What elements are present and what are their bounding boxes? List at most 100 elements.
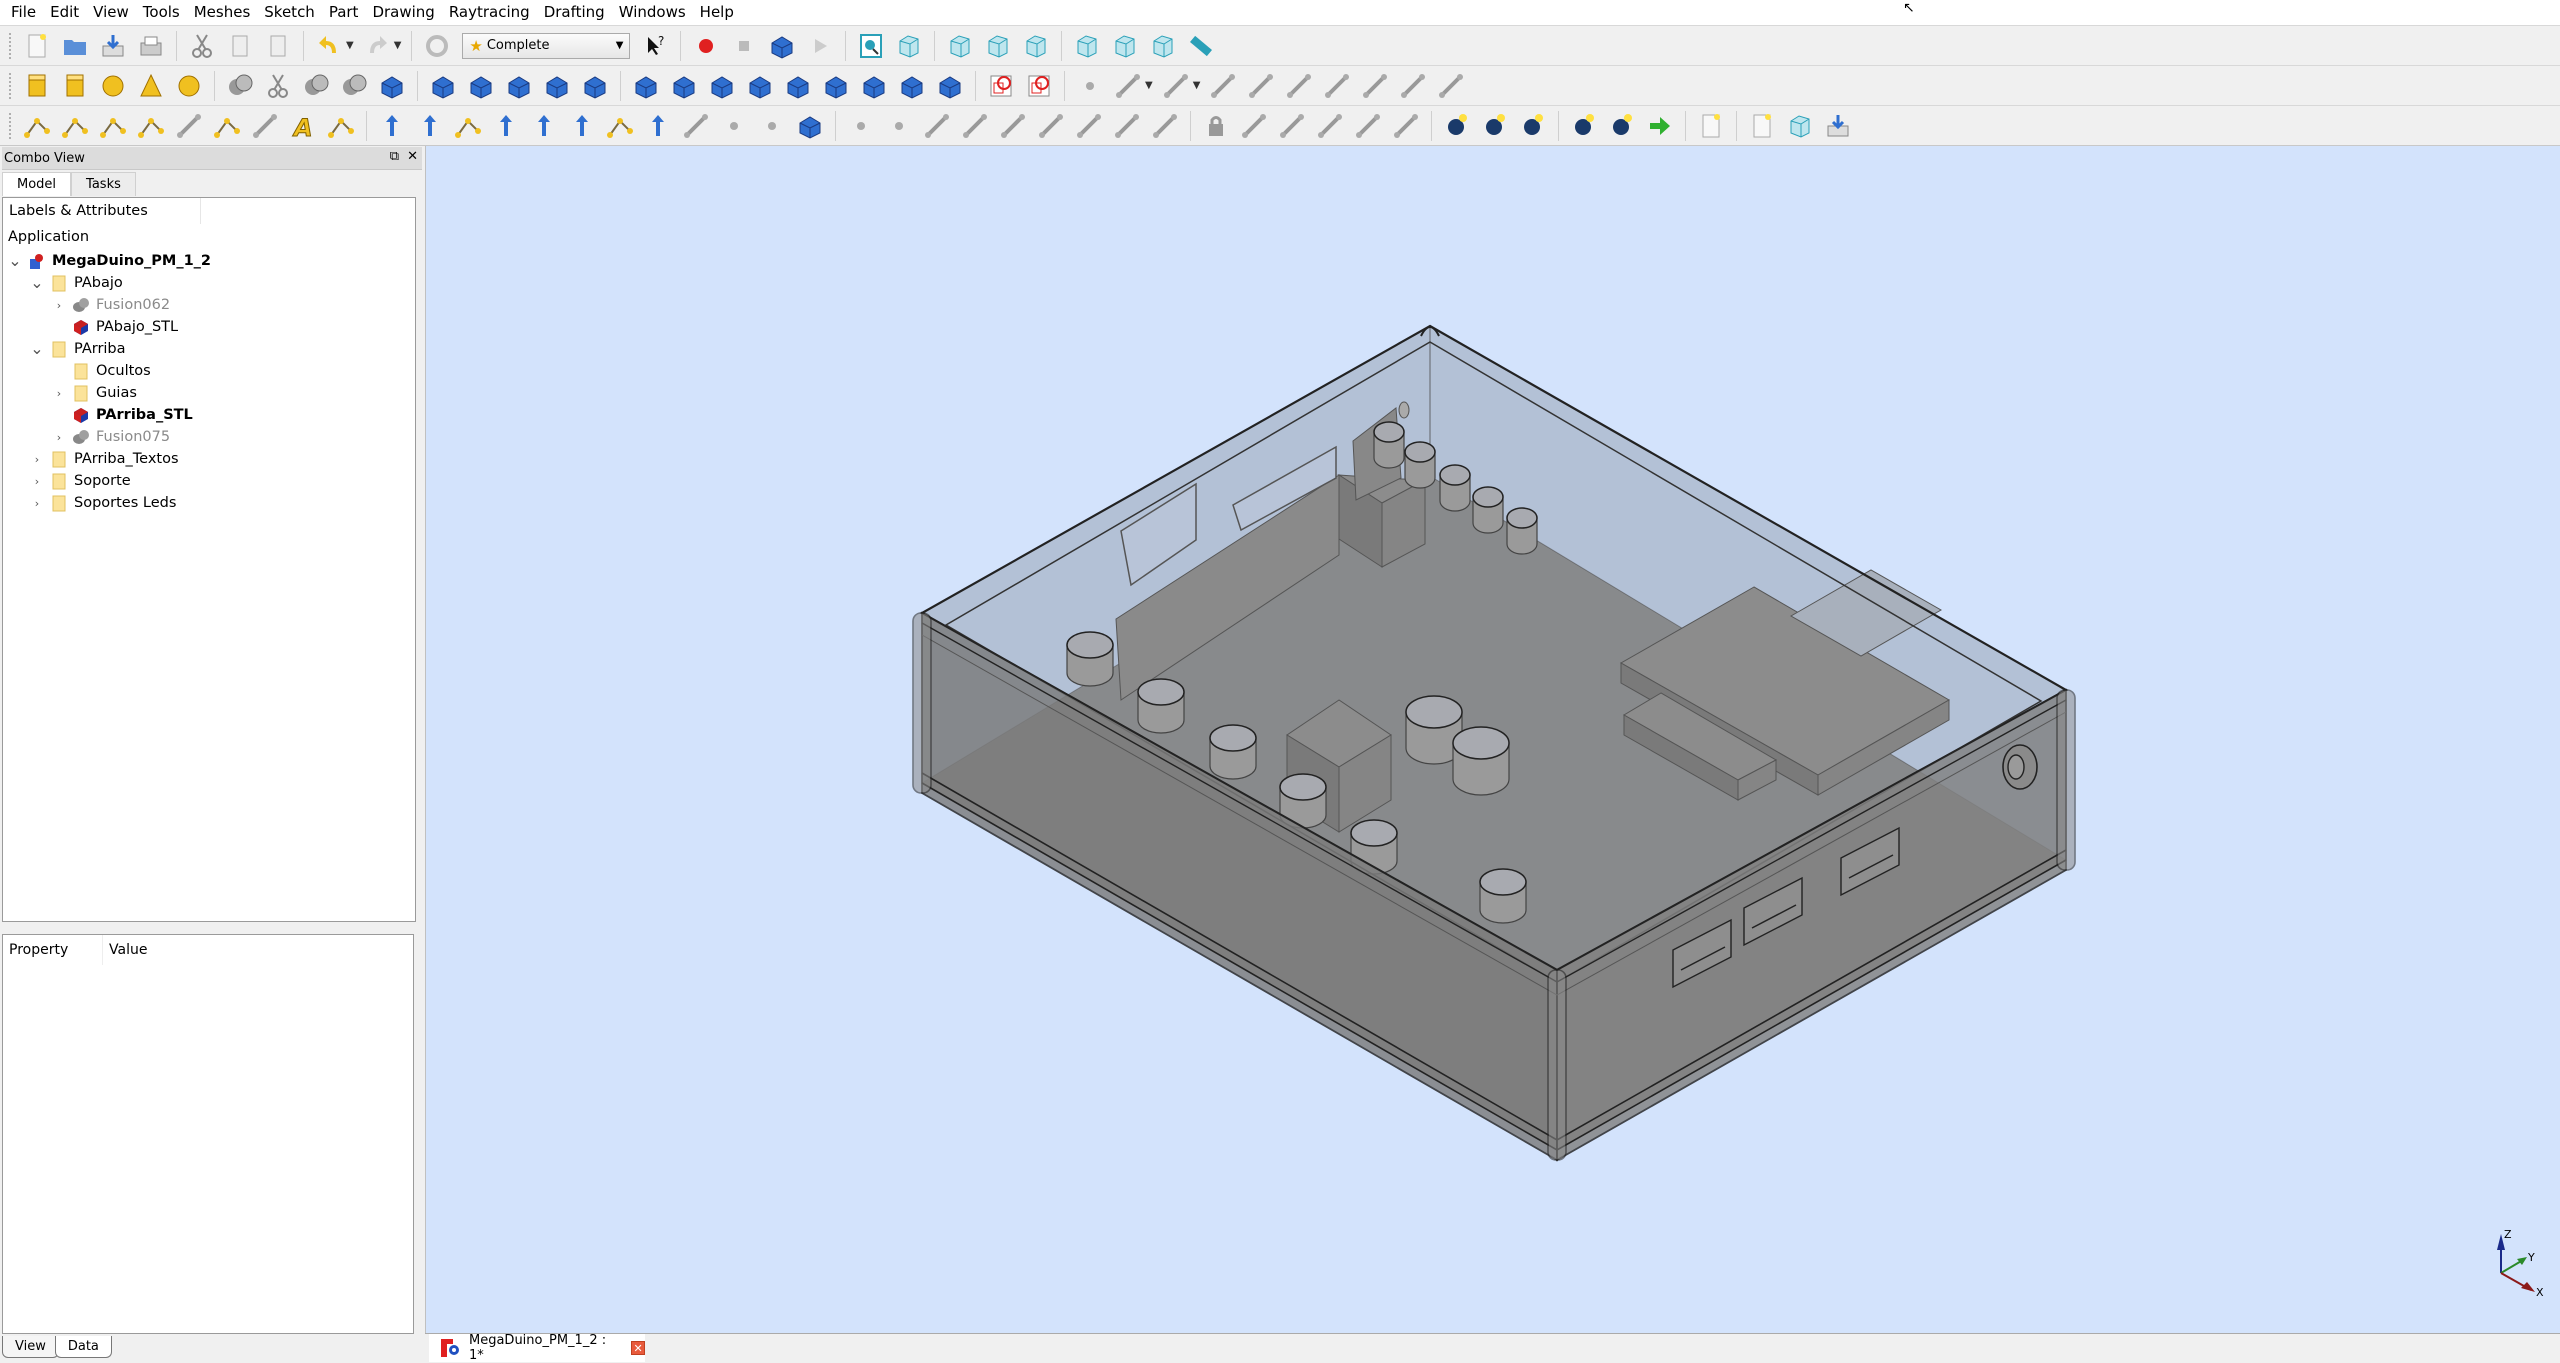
menu-help[interactable]: Help (693, 0, 741, 25)
fuse-icon[interactable] (300, 70, 332, 102)
menu-raytracing[interactable]: Raytracing (442, 0, 537, 25)
menu-drawing[interactable]: Drawing (365, 0, 441, 25)
circle-draft-icon[interactable] (97, 110, 129, 142)
paste-icon[interactable] (262, 30, 294, 62)
external-geometry-icon[interactable] (1397, 70, 1429, 102)
toolbar-grip[interactable] (8, 31, 12, 60)
povray-project-icon[interactable] (1568, 110, 1600, 142)
thickness-icon[interactable] (668, 70, 700, 102)
front-view-icon[interactable] (944, 30, 976, 62)
collapse-arrow-icon[interactable]: ⌄ (30, 341, 44, 357)
isometric-view-icon[interactable] (893, 30, 925, 62)
expand-arrow-icon[interactable]: › (52, 299, 66, 312)
vertical-icon[interactable] (921, 110, 953, 142)
tab-tasks[interactable]: Tasks (71, 172, 136, 196)
box-icon[interactable] (21, 70, 53, 102)
bspline-icon[interactable] (249, 110, 281, 142)
intersection-icon[interactable] (338, 70, 370, 102)
cross-sections-icon[interactable] (858, 70, 890, 102)
fillet-icon[interactable] (541, 70, 573, 102)
toggle-icon[interactable] (1517, 110, 1549, 142)
menu-edit[interactable]: Edit (43, 0, 86, 25)
tree-item[interactable]: PArriba_STL (3, 404, 415, 426)
redo-icon[interactable] (361, 30, 393, 62)
tree-item[interactable]: Ocultos (3, 360, 415, 382)
tree-item[interactable]: › Soporte (3, 470, 415, 492)
tree-item[interactable]: ⌄ PAbajo (3, 272, 415, 294)
circle-icon[interactable] (1160, 70, 1192, 102)
tree-item[interactable]: › Soportes Leds (3, 492, 415, 514)
revolve-icon[interactable] (465, 70, 497, 102)
toolbar-grip[interactable] (8, 71, 12, 100)
equal-icon[interactable] (1111, 110, 1143, 142)
loft-icon[interactable] (744, 70, 776, 102)
working-plane-icon[interactable] (794, 110, 826, 142)
top-view-icon[interactable] (982, 30, 1014, 62)
distance-icon[interactable] (1314, 110, 1346, 142)
upgrade-icon[interactable] (490, 110, 522, 142)
undo-icon[interactable] (313, 30, 345, 62)
tree-item[interactable]: PAbajo_STL (3, 316, 415, 338)
tree-item[interactable]: › Fusion062 (3, 294, 415, 316)
3d-model-scene[interactable] (426, 146, 2560, 1333)
line-draft-icon[interactable] (21, 110, 53, 142)
cut-icon[interactable] (186, 30, 218, 62)
collapse-arrow-icon[interactable]: ⌄ (30, 275, 44, 291)
radius-icon[interactable] (1352, 110, 1384, 142)
tab-view[interactable]: View (2, 1336, 59, 1358)
close-tab-icon[interactable]: ✕ (631, 1341, 645, 1355)
a3-page-icon[interactable] (1746, 110, 1778, 142)
vertical-distance-icon[interactable] (1276, 110, 1308, 142)
offset-draft-icon[interactable] (452, 110, 484, 142)
chamfer-icon[interactable] (579, 70, 611, 102)
toolbar-grip[interactable] (8, 111, 12, 140)
tree-item[interactable]: › Guias (3, 382, 415, 404)
arc-icon[interactable] (1112, 70, 1144, 102)
fillet-sketch-icon[interactable] (1321, 70, 1353, 102)
wire-icon[interactable] (59, 110, 91, 142)
tab-model[interactable]: Model (2, 172, 72, 196)
workbench-selector[interactable]: ★ Complete ▼ (462, 32, 631, 59)
open-folder-icon[interactable] (59, 30, 91, 62)
text-icon[interactable]: A (287, 110, 319, 142)
dimension-icon[interactable] (325, 110, 357, 142)
float-panel-icon[interactable]: ⧉ (390, 149, 399, 164)
move-icon[interactable] (376, 110, 408, 142)
new-sketch-icon[interactable] (985, 70, 1017, 102)
collapse-arrow-icon[interactable]: ⌄ (8, 253, 22, 269)
import-3d-icon[interactable] (1441, 110, 1473, 142)
fit-all-icon[interactable] (855, 30, 887, 62)
mirror-icon[interactable] (503, 70, 535, 102)
perpendicular-icon[interactable] (1035, 110, 1067, 142)
export-page-icon[interactable] (1822, 110, 1854, 142)
menu-part[interactable]: Part (322, 0, 366, 25)
tree-item[interactable]: › PArriba_Textos (3, 448, 415, 470)
sphere-icon[interactable] (97, 70, 129, 102)
cone-icon[interactable] (135, 70, 167, 102)
record-macro-icon[interactable] (690, 30, 722, 62)
point-on-object-icon[interactable] (883, 110, 915, 142)
shape2dview-icon[interactable] (642, 110, 674, 142)
symmetric-icon[interactable] (1149, 110, 1181, 142)
expand-arrow-icon[interactable]: › (30, 497, 44, 510)
stop-macro-icon[interactable] (728, 30, 760, 62)
shape-builder-icon[interactable] (376, 70, 408, 102)
compound-icon[interactable] (896, 70, 928, 102)
tree-item[interactable]: › Fusion075 (3, 426, 415, 448)
horizontal-icon[interactable] (959, 110, 991, 142)
parallel-icon[interactable] (997, 110, 1029, 142)
menu-file[interactable]: File (4, 0, 43, 25)
rotate-icon[interactable] (414, 110, 446, 142)
wire-to-bspline-icon[interactable] (680, 110, 712, 142)
construction-mode-icon[interactable] (1435, 70, 1467, 102)
menu-tools[interactable]: Tools (136, 0, 187, 25)
bottom-view-icon[interactable] (1109, 30, 1141, 62)
menu-meshes[interactable]: Meshes (187, 0, 258, 25)
expand-arrow-icon[interactable]: › (30, 453, 44, 466)
remove-point-icon[interactable] (756, 110, 788, 142)
offset-icon[interactable] (706, 70, 738, 102)
new-document-icon[interactable] (21, 30, 53, 62)
extrude-icon[interactable] (427, 70, 459, 102)
section-icon[interactable] (820, 70, 852, 102)
face-icon[interactable] (630, 70, 662, 102)
